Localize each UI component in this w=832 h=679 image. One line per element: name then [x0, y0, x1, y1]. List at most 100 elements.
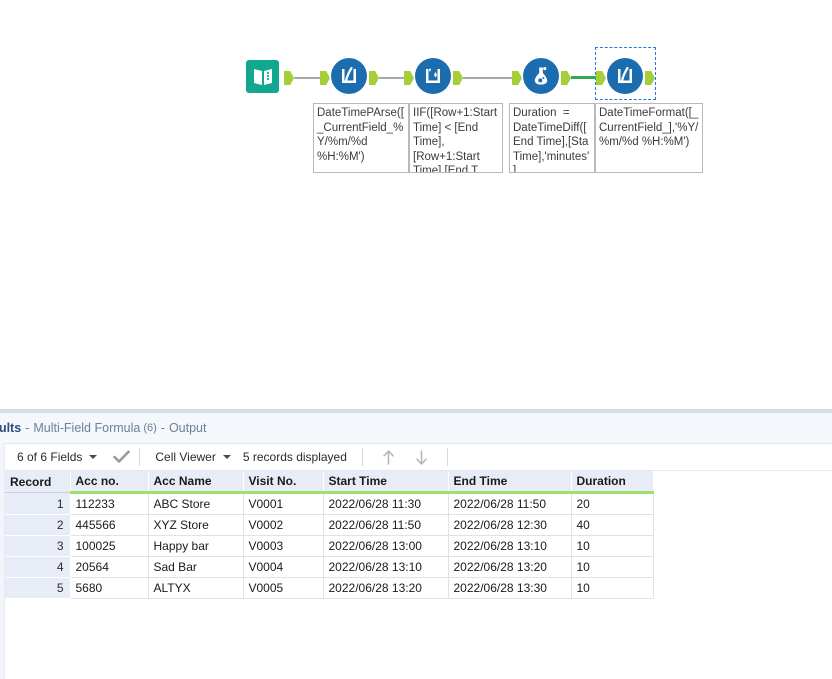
cell-visit-no[interactable]: V0002 [243, 515, 323, 536]
table-row[interactable]: 5 5680 ALTYX V0005 2022/06/28 13:20 2022… [5, 578, 653, 599]
cell-acc-no[interactable]: 20564 [70, 557, 148, 578]
annotation-duration-datetimediff: Duration = DateTimeDiff([End Time],[Sta … [509, 103, 595, 173]
results-panel: sults - Multi-Field Formula (6) - Output… [0, 409, 832, 679]
records-displayed-label: 5 records displayed [243, 450, 347, 464]
connection-line-1[interactable] [294, 77, 321, 79]
toolbar-divider-2 [362, 448, 363, 466]
column-header-start-time[interactable]: Start Time [323, 471, 448, 493]
cell-duration[interactable]: 10 [571, 578, 653, 599]
results-data-grid[interactable]: Record Acc no. Acc Name Visit No. Start … [5, 471, 832, 679]
scroll-down-button[interactable] [414, 449, 429, 466]
results-title-tool-name: Multi-Field Formula [33, 421, 140, 435]
column-header-visit-no[interactable]: Visit No. [243, 471, 323, 493]
cell-start-time[interactable]: 2022/06/28 11:50 [323, 515, 448, 536]
column-header-acc-name[interactable]: Acc Name [148, 471, 243, 493]
tool-multi-field-formula-2[interactable] [607, 58, 643, 94]
cell-end-time[interactable]: 2022/06/28 13:10 [448, 536, 571, 557]
results-title-label: sults [0, 421, 21, 435]
connection-line-2[interactable] [379, 77, 405, 79]
beaker-droplet-icon [421, 64, 445, 88]
cell-duration[interactable]: 40 [571, 515, 653, 536]
cell-acc-name[interactable]: ABC Store [148, 493, 243, 515]
cell-acc-name[interactable]: ALTYX [148, 578, 243, 599]
toolbar-divider-1 [139, 448, 140, 466]
tool-multi-field-formula-1[interactable] [331, 58, 367, 94]
cell-viewer-label: Cell Viewer [155, 450, 215, 464]
results-titlebar: sults - Multi-Field Formula (6) - Output [0, 413, 832, 443]
table-row[interactable]: 3 100025 Happy bar V0003 2022/06/28 13:0… [5, 536, 653, 557]
formula-tile[interactable] [523, 58, 559, 94]
toolbar-divider-3 [447, 448, 448, 466]
results-title-separator-1: - [25, 421, 29, 435]
cell-visit-no[interactable]: V0004 [243, 557, 323, 578]
connection-line-3[interactable] [463, 77, 512, 79]
results-title-anchor: Output [169, 421, 207, 435]
cell-viewer-selector[interactable]: Cell Viewer [149, 444, 236, 470]
cell-duration[interactable]: 20 [571, 493, 653, 515]
text-input-tile[interactable] [246, 60, 279, 93]
input-anchor-formula[interactable] [512, 71, 522, 85]
annotation-datetimeparse: DateTimePArse([_CurrentField_%Y/%m/%d %H… [313, 103, 409, 173]
cell-visit-no[interactable]: V0003 [243, 536, 323, 557]
table-row[interactable]: 4 20564 Sad Bar V0004 2022/06/28 13:10 2… [5, 557, 653, 578]
tool-multi-row-formula[interactable] [415, 58, 451, 94]
cell-start-time[interactable]: 2022/06/28 13:00 [323, 536, 448, 557]
column-header-record[interactable]: Record [5, 471, 70, 493]
column-header-acc-no[interactable]: Acc no. [70, 471, 148, 493]
chevron-down-icon [89, 455, 97, 459]
input-anchor-mff-1[interactable] [320, 71, 330, 85]
check-icon [113, 450, 130, 464]
annotation-datetimeformat: DateTimeFormat([_CurrentField_],'%Y/%m/%… [595, 103, 703, 173]
input-anchor-mrf[interactable] [404, 71, 414, 85]
results-table: Record Acc no. Acc Name Visit No. Start … [5, 471, 654, 599]
output-anchor-formula[interactable] [561, 71, 571, 85]
cell-visit-no[interactable]: V0005 [243, 578, 323, 599]
output-anchor-mff-1[interactable] [369, 71, 379, 85]
cell-acc-no[interactable]: 5680 [70, 578, 148, 599]
column-header-end-time[interactable]: End Time [448, 471, 571, 493]
records-displayed-status: 5 records displayed [237, 444, 353, 470]
beaker-stir-icon [337, 64, 361, 88]
cell-acc-name[interactable]: Happy bar [148, 536, 243, 557]
tool-formula[interactable] [523, 58, 559, 94]
mrf-tile[interactable] [415, 58, 451, 94]
apply-fields-button[interactable] [113, 450, 130, 464]
results-title-tool-id: (6) [143, 422, 156, 434]
cell-start-time[interactable]: 2022/06/28 13:10 [323, 557, 448, 578]
column-header-duration[interactable]: Duration [571, 471, 653, 493]
chevron-down-icon [223, 455, 231, 459]
mff-2-tile[interactable] [607, 58, 643, 94]
fields-selector-label: 6 of 6 Fields [17, 450, 82, 464]
scroll-up-button[interactable] [381, 449, 396, 466]
cell-end-time[interactable]: 2022/06/28 12:30 [448, 515, 571, 536]
cell-acc-no[interactable]: 112233 [70, 493, 148, 515]
table-row[interactable]: 2 445566 XYZ Store V0002 2022/06/28 11:5… [5, 515, 653, 536]
cell-acc-no[interactable]: 100025 [70, 536, 148, 557]
annotation-iif-row-offset: IIF([Row+1:Start Time] < [End Time], [Ro… [409, 103, 503, 173]
table-header-row: Record Acc no. Acc Name Visit No. Start … [5, 471, 653, 493]
cell-acc-name[interactable]: XYZ Store [148, 515, 243, 536]
cell-start-time[interactable]: 2022/06/28 13:20 [323, 578, 448, 599]
cell-record: 2 [5, 515, 70, 536]
cell-acc-name[interactable]: Sad Bar [148, 557, 243, 578]
cell-end-time[interactable]: 2022/06/28 13:20 [448, 557, 571, 578]
cell-end-time[interactable]: 2022/06/28 13:30 [448, 578, 571, 599]
tool-text-input[interactable] [246, 60, 282, 96]
cell-record: 3 [5, 536, 70, 557]
output-anchor-text-input[interactable] [284, 71, 294, 85]
cell-duration[interactable]: 10 [571, 536, 653, 557]
cell-duration[interactable]: 10 [571, 557, 653, 578]
workflow-canvas[interactable]: DateTimePArse([_CurrentField_%Y/%m/%d %H… [0, 0, 832, 409]
cell-record: 4 [5, 557, 70, 578]
mff-1-tile[interactable] [331, 58, 367, 94]
connection-line-4-active[interactable] [571, 76, 596, 79]
cell-acc-no[interactable]: 445566 [70, 515, 148, 536]
cell-visit-no[interactable]: V0001 [243, 493, 323, 515]
cell-start-time[interactable]: 2022/06/28 11:30 [323, 493, 448, 515]
cell-record: 5 [5, 578, 70, 599]
output-anchor-mrf[interactable] [453, 71, 463, 85]
results-toolbar: 6 of 6 Fields Cell Viewer 5 records disp… [5, 443, 832, 471]
cell-end-time[interactable]: 2022/06/28 11:50 [448, 493, 571, 515]
fields-selector[interactable]: 6 of 6 Fields [5, 444, 103, 470]
table-row[interactable]: 1 112233 ABC Store V0001 2022/06/28 11:3… [5, 493, 653, 515]
